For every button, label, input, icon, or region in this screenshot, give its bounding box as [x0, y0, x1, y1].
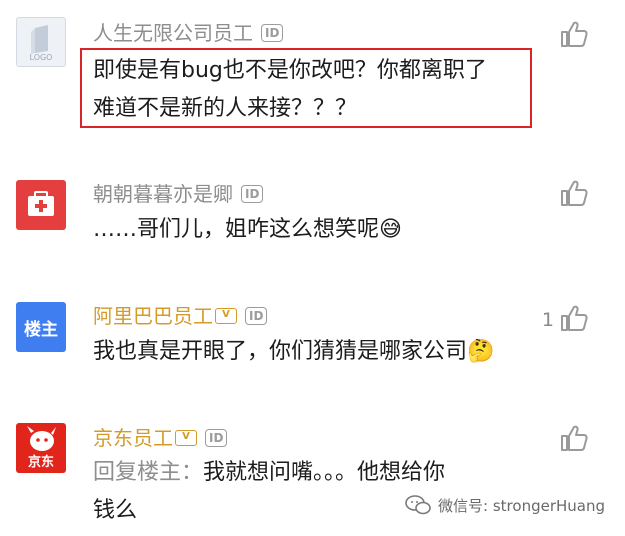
reply-prefix[interactable]: 回复楼主：	[93, 460, 203, 485]
comment-item: 朝朝暮暮亦是卿 ID ……哥们儿，姐咋这么想笑呢😅	[0, 160, 625, 280]
username-text: 京东员工	[93, 426, 173, 450]
username-text: 朝朝暮暮亦是卿	[93, 182, 233, 206]
username-text: 人生无限公司员工	[93, 21, 253, 45]
thumbs-up-icon[interactable]	[559, 19, 589, 49]
comment-line-text: 我就想问嘴。。。他想给你	[203, 460, 446, 485]
medical-kit-icon	[28, 191, 54, 216]
like-count: 1	[541, 309, 554, 331]
vip-badge: V	[215, 308, 237, 324]
comment-line: 回复楼主：我就想问嘴。。。他想给你	[93, 454, 445, 492]
vip-badge: V	[175, 430, 197, 446]
comment-line: 钱么	[93, 498, 138, 523]
thumbs-up-icon[interactable]	[559, 178, 589, 208]
comment-text: 我也真是开眼了，你们猜猜是哪家公司🤔	[93, 333, 494, 371]
avatar[interactable]: LOGO	[16, 17, 66, 67]
wechat-watermark: 微信号: strongerHuang	[404, 494, 605, 516]
id-badge: ID	[245, 307, 268, 325]
thumbs-up-icon[interactable]	[559, 423, 589, 453]
comment-text: ……哥们儿，姐咋这么想笑呢😅	[93, 211, 402, 249]
id-badge: ID	[241, 185, 264, 203]
username[interactable]: 京东员工 V ID	[93, 425, 228, 451]
avatar-label: LOGO	[29, 53, 53, 62]
wechat-icon	[405, 495, 431, 515]
username[interactable]: 朝朝暮暮亦是卿 ID	[93, 181, 264, 207]
thumbs-up-icon[interactable]	[559, 303, 589, 333]
id-badge: ID	[261, 24, 284, 42]
avatar-label: 京东	[27, 455, 54, 470]
comment-item: 楼主 阿里巴巴员工 V ID 我也真是开眼了，你们猜猜是哪家公司🤔 1	[0, 285, 625, 405]
comment-item: 京东 京东员工 V ID 回复楼主：我就想问嘴。。。他想给你 钱么	[0, 405, 625, 536]
avatar[interactable]: 楼主	[16, 302, 66, 352]
avatar[interactable]	[16, 180, 66, 230]
comment-text: 回复楼主：我就想问嘴。。。他想给你 钱么	[93, 454, 445, 530]
id-badge: ID	[205, 429, 228, 447]
highlight-box	[80, 48, 532, 128]
username-text: 阿里巴巴员工	[93, 304, 213, 328]
comment-line: 我也真是开眼了，你们猜猜是哪家公司🤔	[93, 339, 495, 364]
avatar[interactable]: 京东	[16, 423, 66, 473]
username[interactable]: 人生无限公司员工 ID	[93, 20, 284, 46]
comment-line: ……哥们儿，姐咋这么想笑呢😅	[93, 217, 402, 242]
watermark-text: 微信号: strongerHuang	[438, 496, 605, 515]
avatar-label: 楼主	[24, 320, 58, 340]
username[interactable]: 阿里巴巴员工 V ID	[93, 303, 268, 329]
